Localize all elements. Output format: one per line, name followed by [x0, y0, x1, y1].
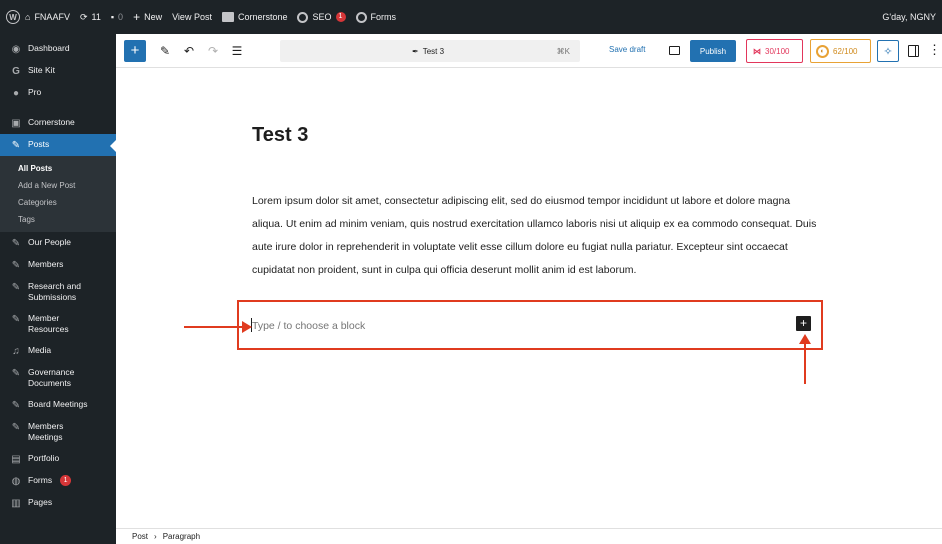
submenu-tags[interactable]: Tags [0, 211, 116, 228]
account-menu[interactable]: G'day, NGNY [877, 0, 942, 34]
cornerstone-icon [221, 12, 234, 22]
pin-icon: ✎ [11, 237, 21, 249]
pin-icon: ✎ [11, 421, 21, 433]
pro-icon: ● [12, 87, 20, 99]
paragraph-block[interactable]: Lorem ipsum dolor sit amet, consectetur … [252, 190, 818, 282]
refresh-icon: ⟳ [79, 11, 88, 22]
sidebar-item-our-people[interactable]: ✎ Our People [0, 232, 116, 254]
dashboard-icon: ◉ [11, 43, 21, 55]
sitekit-icon: G [12, 65, 20, 77]
forms-notification-badge: 1 [60, 475, 72, 486]
editor-toolbar: + ✎ ↶ ↷ ☰ ✒ Test 3 ⌘K Save draft Publish… [116, 34, 942, 68]
sidebar-item-pro[interactable]: ● Pro [0, 82, 116, 104]
breadcrumb-post[interactable]: Post [132, 532, 148, 541]
annotation-arrow-right [184, 321, 252, 333]
document-bar[interactable]: ✒ Test 3 ⌘K [280, 40, 580, 62]
pin-icon: ✎ [11, 259, 21, 271]
pin-icon: ✎ [11, 399, 21, 411]
sidebar-item-posts[interactable]: ✎ Posts [0, 134, 116, 156]
post-title[interactable]: Test 3 [252, 124, 308, 147]
cornerstone-icon: ▣ [11, 117, 21, 129]
comment-icon: ▪ [110, 12, 115, 22]
save-draft-button[interactable]: Save draft [609, 45, 645, 54]
block-inserter-button[interactable]: + [124, 39, 146, 62]
sidebar-item-member-resources[interactable]: ✎ Member Resources [0, 308, 116, 340]
sidebar-item-forms[interactable]: ◍ Forms 1 [0, 470, 116, 492]
sidebar-item-board-meetings[interactable]: ✎ Board Meetings [0, 394, 116, 416]
cornerstone-link[interactable]: Cornerstone [217, 0, 293, 34]
post-feather-icon: ✒ [412, 46, 419, 56]
annotation-arrow-up [799, 334, 811, 384]
portfolio-icon: ▤ [11, 453, 21, 465]
more-options-icon[interactable]: ⋮ [928, 42, 941, 58]
sidebar-item-governance[interactable]: ✎ Governance Documents [0, 362, 116, 394]
sidebar-item-research[interactable]: ✎ Research and Submissions [0, 276, 116, 308]
sidebar-item-members-meetings[interactable]: ✎ Members Meetings [0, 416, 116, 448]
media-icon: ♫ [12, 345, 20, 357]
block-breadcrumb: Post › Paragraph [116, 528, 942, 544]
preview-icon[interactable] [669, 46, 680, 55]
seo-link[interactable]: SEO 1 [292, 0, 350, 34]
wordpress-logo-icon[interactable]: W [6, 10, 20, 24]
document-overview-icon[interactable]: ☰ [226, 40, 248, 62]
inline-block-inserter-icon[interactable]: + [796, 316, 811, 331]
tools-pencil-icon[interactable]: ✎ [154, 40, 176, 62]
sidebar-item-media[interactable]: ♫ Media [0, 340, 116, 362]
view-post-link[interactable]: View Post [167, 0, 217, 34]
readability-score-icon: ◐ [816, 44, 829, 58]
editor-canvas: Test 3 Lorem ipsum dolor sit amet, conse… [116, 68, 942, 528]
redo-icon[interactable]: ↷ [202, 40, 224, 62]
pin-icon: ✎ [11, 313, 21, 325]
submenu-add-new-post[interactable]: Add a New Post [0, 177, 116, 194]
sidebar-item-portfolio[interactable]: ▤ Portfolio [0, 448, 116, 470]
posts-submenu: All Posts Add a New Post Categories Tags [0, 156, 116, 232]
sidebar-item-members[interactable]: ✎ Members [0, 254, 116, 276]
breadcrumb-paragraph[interactable]: Paragraph [163, 532, 200, 541]
seo-icon [297, 11, 309, 23]
new-content-link[interactable]: + New [128, 0, 167, 34]
forms-icon: ◍ [11, 475, 21, 487]
pin-icon: ✎ [11, 139, 21, 151]
submenu-categories[interactable]: Categories [0, 194, 116, 211]
pin-icon: ✎ [11, 281, 21, 293]
site-name-link[interactable]: ⌂ FNAAFV [20, 0, 75, 34]
forms-icon [355, 11, 367, 23]
sidebar-item-cornerstone[interactable]: ▣ Cornerstone [0, 112, 116, 134]
readability-score-button[interactable]: ◐ 62/100 [810, 39, 871, 63]
sidebar-item-site-kit[interactable]: G Site Kit [0, 60, 116, 82]
sidebar-item-pages[interactable]: ▥ Pages [0, 492, 116, 514]
admin-sidebar: ◉ Dashboard G Site Kit ● Pro ▣ Cornersto… [0, 34, 116, 544]
ai-assistant-icon[interactable]: ✧ [877, 40, 899, 62]
forms-link[interactable]: Forms [351, 0, 402, 34]
settings-sidebar-icon[interactable] [908, 45, 919, 57]
pages-icon: ▥ [11, 497, 21, 509]
undo-icon[interactable]: ↶ [178, 40, 200, 62]
submenu-all-posts[interactable]: All Posts [0, 160, 116, 177]
breadcrumb-separator: › [154, 532, 157, 541]
sidebar-item-dashboard[interactable]: ◉ Dashboard [0, 38, 116, 60]
updates-link[interactable]: ⟳ 11 [75, 0, 106, 34]
seo-score-button[interactable]: ⋈ 30/100 [746, 39, 803, 63]
comments-link[interactable]: ▪ 0 [106, 0, 128, 34]
empty-block-placeholder[interactable]: Type / to choose a block [252, 320, 365, 332]
pin-icon: ✎ [11, 367, 21, 379]
publish-button[interactable]: Publish [690, 40, 736, 62]
seo-score-icon: ⋈ [753, 46, 761, 56]
home-icon: ⌂ [25, 12, 31, 22]
plus-icon: + [133, 10, 141, 24]
seo-notification-badge: 1 [335, 12, 346, 22]
admin-bar: W ⌂ FNAAFV ⟳ 11 ▪ 0 + New View Post Corn… [0, 0, 942, 34]
command-shortcut: ⌘K [556, 46, 570, 56]
